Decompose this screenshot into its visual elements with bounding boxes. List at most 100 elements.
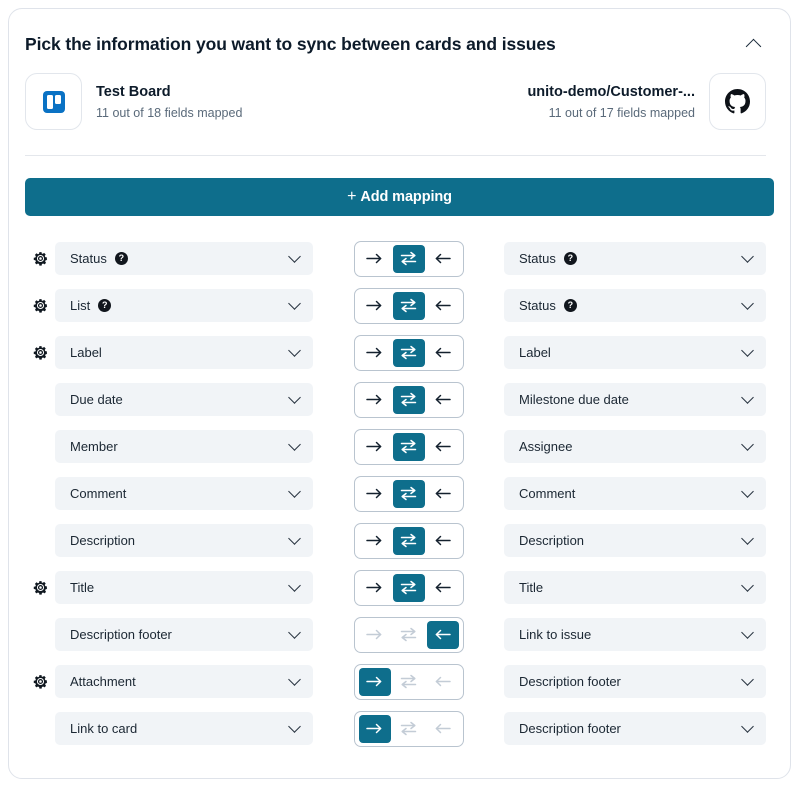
summary-source: Test Board 11 out of 18 fields mapped bbox=[25, 73, 396, 130]
chevron-down-icon[interactable] bbox=[288, 344, 301, 357]
direction-two-way-button[interactable] bbox=[393, 715, 425, 743]
direction-left-button[interactable] bbox=[427, 480, 459, 508]
chevron-down-icon[interactable] bbox=[741, 250, 754, 263]
field-select-right[interactable]: Label bbox=[504, 336, 766, 369]
direction-left-button[interactable] bbox=[427, 668, 459, 696]
field-select-left[interactable]: Title bbox=[55, 571, 313, 604]
direction-right-button[interactable] bbox=[359, 245, 391, 273]
row-settings-cell[interactable] bbox=[25, 250, 55, 267]
direction-left-button[interactable] bbox=[427, 527, 459, 555]
help-icon[interactable]: ? bbox=[563, 299, 577, 312]
field-select-left[interactable]: Attachment bbox=[55, 665, 313, 698]
field-select-right[interactable]: Status? bbox=[504, 289, 766, 322]
chevron-down-icon[interactable] bbox=[288, 673, 301, 686]
card-header: Pick the information you want to sync be… bbox=[9, 9, 790, 57]
direction-two-way-button[interactable] bbox=[392, 479, 425, 508]
direction-two-way-button[interactable] bbox=[392, 573, 425, 602]
chevron-down-icon[interactable] bbox=[741, 579, 754, 592]
field-select-right-label: Description footer bbox=[519, 674, 621, 689]
field-select-left[interactable]: Description bbox=[55, 524, 313, 557]
chevron-down-icon[interactable] bbox=[288, 532, 301, 545]
chevron-down-icon[interactable] bbox=[288, 579, 301, 592]
field-select-right[interactable]: Description footer bbox=[504, 712, 766, 745]
direction-two-way-button[interactable] bbox=[392, 432, 425, 461]
chevron-down-icon[interactable] bbox=[741, 391, 754, 404]
chevron-down-icon[interactable] bbox=[741, 720, 754, 733]
chevron-down-icon[interactable] bbox=[288, 250, 301, 263]
row-settings-cell[interactable] bbox=[25, 344, 55, 361]
help-icon[interactable]: ? bbox=[114, 252, 128, 265]
field-select-left[interactable]: Status? bbox=[55, 242, 313, 275]
direction-right-button[interactable] bbox=[359, 480, 391, 508]
field-select-right[interactable]: Description bbox=[504, 524, 766, 557]
chevron-down-icon[interactable] bbox=[741, 626, 754, 639]
collapse-section-button[interactable] bbox=[740, 31, 766, 57]
arrow-left-icon bbox=[435, 629, 451, 640]
add-mapping-button[interactable]: + Add mapping bbox=[25, 178, 774, 216]
chevron-down-icon[interactable] bbox=[741, 438, 754, 451]
field-select-left[interactable]: Due date bbox=[55, 383, 313, 416]
arrow-left-icon bbox=[435, 676, 451, 687]
direction-two-way-button[interactable] bbox=[392, 244, 425, 273]
field-select-left-label: Link to card bbox=[70, 721, 138, 736]
field-select-left[interactable]: List? bbox=[55, 289, 313, 322]
direction-two-way-button[interactable] bbox=[393, 668, 425, 696]
direction-left-button[interactable] bbox=[427, 715, 459, 743]
direction-left-button[interactable] bbox=[426, 620, 459, 649]
field-select-right[interactable]: Description footer bbox=[504, 665, 766, 698]
direction-left-button[interactable] bbox=[427, 574, 459, 602]
direction-left-button[interactable] bbox=[427, 245, 459, 273]
direction-right-button[interactable] bbox=[359, 574, 391, 602]
direction-two-way-button[interactable] bbox=[392, 526, 425, 555]
direction-two-way-button[interactable] bbox=[392, 291, 425, 320]
field-select-left-label: List bbox=[70, 298, 91, 313]
row-settings-cell[interactable] bbox=[25, 673, 55, 690]
two-way-sync-icon bbox=[400, 251, 417, 266]
field-select-right[interactable]: Comment bbox=[504, 477, 766, 510]
chevron-down-icon[interactable] bbox=[741, 344, 754, 357]
direction-right-button[interactable] bbox=[359, 386, 391, 414]
direction-right-button[interactable] bbox=[358, 667, 391, 696]
direction-two-way-button[interactable] bbox=[392, 338, 425, 367]
help-icon[interactable]: ? bbox=[563, 252, 577, 265]
chevron-down-icon[interactable] bbox=[288, 297, 301, 310]
chevron-down-icon[interactable] bbox=[741, 673, 754, 686]
chevron-down-icon[interactable] bbox=[741, 297, 754, 310]
direction-left-button[interactable] bbox=[427, 292, 459, 320]
chevron-down-icon[interactable] bbox=[288, 485, 301, 498]
direction-right-button[interactable] bbox=[359, 339, 391, 367]
field-select-left-content: Status? bbox=[70, 251, 128, 266]
direction-left-button[interactable] bbox=[427, 433, 459, 461]
help-icon[interactable]: ? bbox=[98, 299, 112, 312]
direction-right-button[interactable] bbox=[358, 714, 391, 743]
field-select-left-content: List? bbox=[70, 298, 112, 313]
direction-two-way-button[interactable] bbox=[392, 385, 425, 414]
chevron-down-icon[interactable] bbox=[741, 485, 754, 498]
chevron-down-icon[interactable] bbox=[741, 532, 754, 545]
direction-two-way-button[interactable] bbox=[393, 621, 425, 649]
direction-right-button[interactable] bbox=[359, 527, 391, 555]
direction-right-button[interactable] bbox=[359, 292, 391, 320]
direction-right-button[interactable] bbox=[359, 433, 391, 461]
field-select-right-label: Title bbox=[519, 580, 544, 595]
field-select-left[interactable]: Label bbox=[55, 336, 313, 369]
direction-left-button[interactable] bbox=[427, 386, 459, 414]
field-select-right[interactable]: Status? bbox=[504, 242, 766, 275]
chevron-down-icon[interactable] bbox=[288, 438, 301, 451]
field-select-right[interactable]: Title bbox=[504, 571, 766, 604]
field-select-left[interactable]: Member bbox=[55, 430, 313, 463]
plus-icon: + bbox=[347, 188, 357, 205]
chevron-down-icon[interactable] bbox=[288, 391, 301, 404]
chevron-down-icon[interactable] bbox=[288, 720, 301, 733]
field-select-left[interactable]: Link to card bbox=[55, 712, 313, 745]
field-select-right[interactable]: Assignee bbox=[504, 430, 766, 463]
field-select-right[interactable]: Link to issue bbox=[504, 618, 766, 651]
direction-left-button[interactable] bbox=[427, 339, 459, 367]
direction-right-button[interactable] bbox=[359, 621, 391, 649]
row-settings-cell[interactable] bbox=[25, 579, 55, 596]
chevron-down-icon[interactable] bbox=[288, 626, 301, 639]
row-settings-cell[interactable] bbox=[25, 297, 55, 314]
field-select-right[interactable]: Milestone due date bbox=[504, 383, 766, 416]
field-select-left[interactable]: Description footer bbox=[55, 618, 313, 651]
field-select-left[interactable]: Comment bbox=[55, 477, 313, 510]
